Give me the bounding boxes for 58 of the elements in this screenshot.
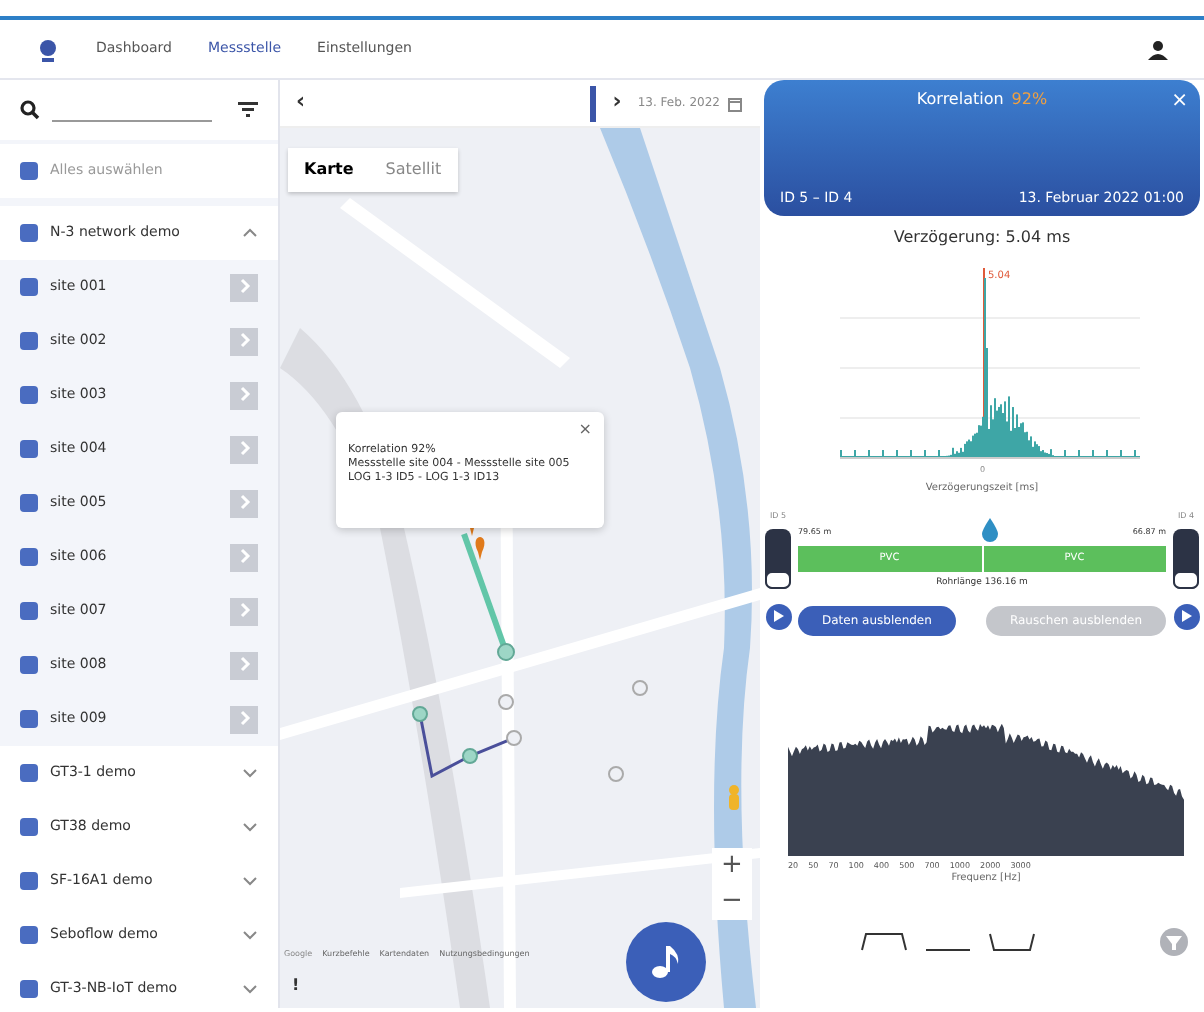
music-note-icon — [648, 942, 684, 982]
chevron-icon — [237, 440, 251, 457]
play-icon — [1181, 610, 1191, 622]
close-button[interactable]: × — [578, 418, 592, 442]
play-button[interactable] — [765, 603, 791, 629]
checkbox[interactable] — [20, 440, 38, 458]
logo-icon — [36, 37, 60, 61]
sensor-device-icon — [1172, 527, 1200, 589]
chevron-icon — [237, 602, 251, 619]
chevron-icon — [237, 278, 251, 295]
checkbox[interactable] — [20, 162, 38, 180]
checkbox[interactable] — [20, 332, 38, 350]
checkbox[interactable] — [20, 278, 38, 296]
checkbox[interactable] — [20, 656, 38, 674]
expand-chevron-icon[interactable] — [242, 982, 258, 996]
checkbox[interactable] — [20, 224, 38, 242]
next-day-button[interactable]: › — [596, 86, 638, 120]
checkbox[interactable] — [20, 980, 38, 998]
checkbox[interactable] — [20, 926, 38, 944]
zoom-in-button[interactable]: + — [721, 848, 743, 884]
checkbox[interactable] — [20, 386, 38, 404]
chevron-icon — [237, 494, 251, 511]
chevron-icon — [237, 332, 251, 349]
checkbox[interactable] — [20, 710, 38, 728]
filter-icon[interactable] — [238, 102, 258, 118]
expand-chevron-icon[interactable] — [242, 820, 258, 834]
checkbox[interactable] — [20, 602, 38, 620]
expand-chevron-icon[interactable] — [242, 766, 258, 780]
delay-text: Verzögerung: 5.04 ms — [891, 226, 1073, 250]
collapse-chevron-icon[interactable] — [242, 226, 258, 240]
checkbox[interactable] — [20, 764, 38, 782]
chevron-icon — [237, 548, 251, 565]
chevron-icon — [237, 710, 251, 727]
previous-day-button[interactable]: ‹ — [280, 86, 322, 120]
calendar-icon[interactable] — [728, 95, 744, 111]
play-icon — [773, 610, 783, 622]
map-type-tab[interactable]: Karte — [288, 148, 370, 192]
checkbox[interactable] — [20, 818, 38, 836]
play-button[interactable] — [1173, 603, 1199, 629]
expand-chevron-icon[interactable] — [242, 928, 258, 942]
chevron-icon — [237, 386, 251, 403]
checkbox[interactable] — [20, 872, 38, 890]
sensor-device-icon — [764, 527, 792, 589]
panel-title: Korrelation — [916, 88, 1004, 112]
checkbox[interactable] — [20, 548, 38, 566]
chevron-icon — [237, 656, 251, 673]
band-stop-filter-icon[interactable] — [988, 931, 1036, 952]
expand-chevron-icon[interactable] — [242, 874, 258, 888]
percent-value: 92% — [1011, 88, 1048, 112]
timeline-handle[interactable] — [590, 85, 597, 121]
close-button[interactable]: × — [1171, 86, 1188, 116]
high-pass-filter-icon[interactable] — [860, 931, 908, 952]
search-icon[interactable] — [20, 100, 40, 120]
warning-mark: ! — [292, 974, 300, 998]
checkbox[interactable] — [20, 494, 38, 512]
map-type-tab[interactable]: Satellit — [369, 148, 458, 192]
zoom-out-button[interactable]: − — [721, 884, 743, 920]
user-icon[interactable] — [1148, 39, 1168, 59]
